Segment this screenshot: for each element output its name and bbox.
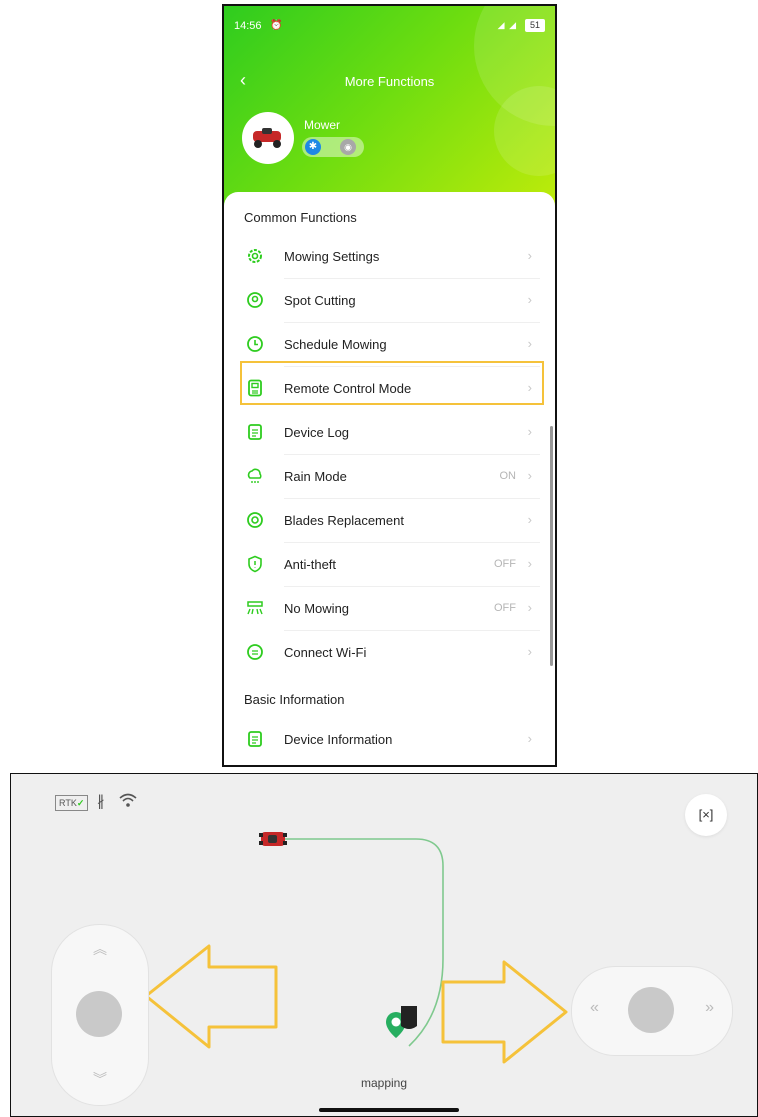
chevron-right-icon: ›: [527, 556, 532, 571]
battery-icon: 51: [525, 19, 545, 32]
chevron-right-icon: ›: [527, 292, 532, 307]
left-arrow-annotation: [144, 944, 278, 1049]
menu-item-label: Device Information: [284, 732, 393, 747]
menu-item-label: Rain Mode: [284, 469, 347, 484]
menu-item-mowing-settings[interactable]: Mowing Settings ›: [242, 235, 540, 279]
status-bar: 14:56 ⏰ ◢ ◢ 51: [234, 19, 545, 34]
menu-item-label: Anti-theft: [284, 557, 337, 572]
menu-item-anti-theft[interactable]: Anti-theft OFF ›: [242, 543, 540, 587]
menu-item-spot-cutting[interactable]: Spot Cutting ›: [242, 279, 540, 323]
menu-item-value: ON: [499, 470, 517, 482]
menu-item-no-mowing[interactable]: No Mowing OFF ›: [242, 587, 540, 631]
charging-station-icon: [401, 1006, 417, 1029]
menu-item-value: OFF: [494, 602, 516, 614]
blade-icon: [247, 512, 263, 528]
chevron-right-icon: »: [705, 999, 714, 1016]
signal-icon: ◢ ◢: [497, 20, 517, 30]
chevron-right-icon: ›: [527, 731, 532, 746]
highlight-box: [240, 361, 544, 405]
mower-icon: [253, 128, 281, 148]
mower-marker: [259, 832, 287, 846]
forward-backward-joystick[interactable]: ︽ ︾: [51, 924, 149, 1106]
menu-item-label: Spot Cutting: [284, 293, 356, 308]
wifi-connect-icon: [247, 644, 263, 660]
chevron-right-icon: ›: [527, 644, 532, 659]
chevron-right-icon: ›: [527, 512, 532, 527]
shield-icon: [248, 555, 262, 573]
menu-item-device-log[interactable]: Device Log ›: [242, 411, 540, 455]
remote-control-screen: RTK✓ ∦ [×] ︽ ︾ « » mapping: [10, 773, 758, 1117]
menu-item-device-information[interactable]: Device Information ›: [242, 718, 540, 762]
wifi-icon: ◉: [340, 139, 356, 155]
chevron-left-icon: «: [590, 999, 599, 1016]
right-arrow-annotation: [441, 960, 568, 1064]
bluetooth-icon: ✱: [305, 139, 321, 155]
rain-cloud-icon: [247, 468, 262, 483]
mower-avatar: [242, 112, 294, 164]
joystick-knob[interactable]: [76, 991, 122, 1037]
location-pin-icon: [247, 292, 263, 308]
chevron-right-icon: ›: [527, 336, 532, 351]
mapping-status: mapping: [361, 1076, 408, 1090]
menu-item-label: Schedule Mowing: [284, 337, 387, 352]
menu-item-label: Device Log: [284, 425, 350, 440]
menu-item-blades-replacement[interactable]: Blades Replacement ›: [242, 499, 540, 543]
scrollbar[interactable]: [550, 426, 553, 666]
nav-bar: ‹ More Functions: [224, 70, 555, 92]
info-doc-icon: [248, 731, 262, 747]
status-time: 14:56: [234, 20, 262, 32]
menu-item-label: Connect Wi-Fi: [284, 645, 367, 660]
chevron-right-icon: ›: [527, 600, 532, 615]
chevron-up-icon: ︽: [93, 941, 107, 957]
turn-joystick[interactable]: « »: [571, 966, 733, 1056]
gear-icon: [248, 249, 262, 263]
menu-item-label: Mowing Settings: [284, 249, 380, 264]
alarm-icon: ⏰: [270, 20, 283, 31]
mowing-path: [285, 838, 444, 1047]
menu-item-label: No Mowing: [284, 601, 350, 616]
home-indicator[interactable]: [319, 1108, 459, 1112]
section-basic-information: Basic Information: [244, 692, 345, 707]
section-common-functions: Common Functions: [244, 210, 357, 225]
chevron-right-icon: ›: [527, 424, 532, 439]
menu-item-rain-mode[interactable]: Rain Mode ON ›: [242, 455, 540, 499]
device-name: Mower: [304, 118, 341, 132]
chevron-right-icon: ›: [527, 468, 532, 483]
chevron-down-icon: ︾: [93, 1071, 107, 1087]
menu-item-value: OFF: [494, 558, 516, 570]
joystick-knob[interactable]: [628, 987, 674, 1033]
menu-item-connect-wifi[interactable]: Connect Wi-Fi ›: [242, 631, 540, 675]
menu-item-label: Blades Replacement: [284, 513, 404, 528]
log-icon: [248, 424, 262, 440]
page-title: More Functions: [344, 74, 435, 89]
no-mowing-icon: [247, 601, 263, 615]
connection-pill: ✱ ◉: [302, 137, 364, 157]
clock-icon: [247, 336, 263, 352]
phone-screen: 14:56 ⏰ ◢ ◢ 51 ‹ More Functions Mower ✱ …: [222, 4, 557, 767]
chevron-right-icon: ›: [527, 248, 532, 263]
